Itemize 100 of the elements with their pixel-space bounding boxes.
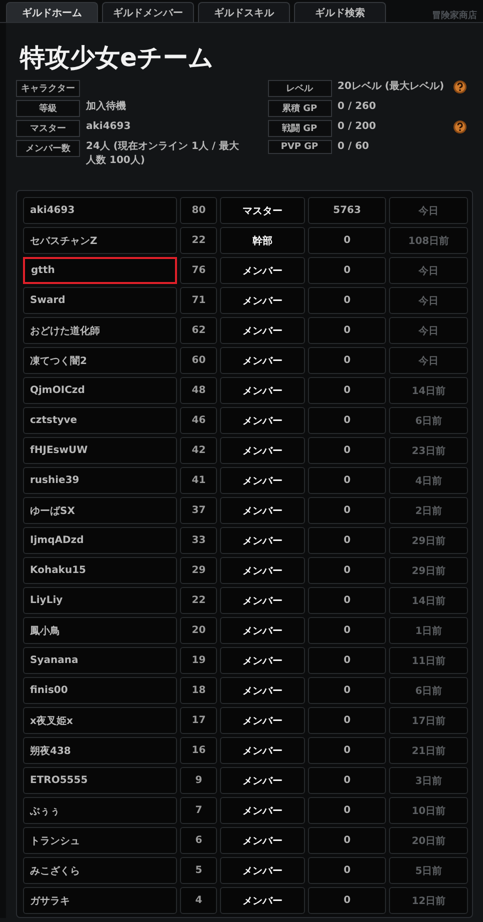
rank-cell: 幹部 [220,227,305,254]
gp-cell: 0 [308,377,386,404]
level-cell: 29 [180,557,218,584]
info-label: キャラクター [16,80,80,97]
member-name-cell[interactable]: みこざくら [23,857,178,884]
member-name-cell[interactable]: ゆーばSX [23,497,178,524]
rank-cell: メンバー [220,347,305,374]
gp-cell: 0 [308,857,386,884]
member-name-cell[interactable]: fHJEswUW [23,437,178,464]
member-name-cell[interactable]: ガサラキ [23,887,178,914]
gp-cell: 0 [308,707,386,734]
rank-cell: メンバー [220,617,305,644]
last-login-cell: 4日前 [389,467,468,494]
member-name-cell[interactable]: rushie39 [23,467,178,494]
level-cell: 20 [180,617,218,644]
member-name-cell[interactable]: aki4693 [23,197,178,224]
info-label: 累積 GP [268,100,332,117]
member-name-cell[interactable]: 凍てつく闇2 [23,347,178,374]
rank-cell: メンバー [220,317,305,344]
member-name-cell[interactable]: IjmqADzd [23,527,178,554]
member-name-cell[interactable]: おどけた道化師 [23,317,178,344]
rank-cell: メンバー [220,407,305,434]
level-cell: 37 [180,497,218,524]
help-icon[interactable] [453,120,467,134]
rank-cell: メンバー [220,767,305,794]
guild-name: 特攻少女eチーム [18,42,215,74]
level-cell: 46 [180,407,218,434]
last-login-cell: 12日前 [389,887,468,914]
member-name-cell[interactable]: Kohaku15 [23,557,178,584]
level-cell: 33 [180,527,218,554]
gp-cell: 0 [308,737,386,764]
last-login-cell: 今日 [389,197,468,224]
tab[interactable]: ギルドホーム [6,2,98,22]
rank-cell: メンバー [220,467,305,494]
info-value: 20レベル (最大レベル) [338,80,444,94]
last-login-cell: 3日前 [389,767,468,794]
last-login-cell: 5日前 [389,857,468,884]
help-icon[interactable] [453,80,467,94]
info-value: aki4693 [86,120,131,134]
rank-cell: メンバー [220,827,305,854]
gp-cell: 0 [308,227,386,254]
last-login-cell: 17日前 [389,707,468,734]
gp-cell: 0 [308,437,386,464]
level-cell: 41 [180,467,218,494]
member-name-cell[interactable]: LiyLiy [23,587,178,614]
last-login-cell: 今日 [389,347,468,374]
member-name-cell[interactable]: ぶぅぅ [23,797,178,824]
member-name-cell[interactable]: x夜叉姫x [23,707,178,734]
rank-cell: メンバー [220,587,305,614]
last-login-cell: 23日前 [389,437,468,464]
member-name-cell[interactable]: gtth [23,257,178,284]
member-name-cell[interactable]: QjmOICzd [23,377,178,404]
level-cell: 4 [180,887,218,914]
gp-cell: 0 [308,587,386,614]
rank-cell: メンバー [220,737,305,764]
level-cell: 76 [180,257,218,284]
level-cell: 60 [180,347,218,374]
tab[interactable]: ギルドスキル [198,2,290,22]
member-name-cell[interactable]: 朔夜438 [23,737,178,764]
rank-cell: メンバー [220,887,305,914]
last-login-cell: 14日前 [389,377,468,404]
level-cell: 7 [180,797,218,824]
level-cell: 62 [180,317,218,344]
rank-cell: マスター [220,197,305,224]
level-cell: 22 [180,227,218,254]
last-login-cell: 108日前 [389,227,468,254]
rank-cell: メンバー [220,377,305,404]
rank-cell: メンバー [220,437,305,464]
member-name-cell[interactable]: Syanana [23,647,178,674]
tab[interactable]: ギルド検索 [294,2,386,22]
info-value: 24人 (現在オンライン 1人 / 最大人数 100人) [86,140,240,168]
level-cell: 5 [180,857,218,884]
member-name-cell[interactable]: セバスチャンZ [23,227,178,254]
gp-cell: 0 [308,467,386,494]
gp-cell: 0 [308,497,386,524]
gp-cell: 0 [308,347,386,374]
member-name-cell[interactable]: 鳳小鳥 [23,617,178,644]
rank-cell: メンバー [220,707,305,734]
gp-cell: 0 [308,797,386,824]
gp-cell: 5763 [308,197,386,224]
member-name-cell[interactable]: ETRO5555 [23,767,178,794]
member-name-cell[interactable]: Sward [23,287,178,314]
rank-cell: メンバー [220,287,305,314]
tab[interactable]: ギルドメンバー [102,2,194,22]
level-cell: 80 [180,197,218,224]
rank-cell: メンバー [220,677,305,704]
last-login-cell: 今日 [389,257,468,284]
member-name-cell[interactable]: トランシュ [23,827,178,854]
gp-cell: 0 [308,287,386,314]
gp-cell: 0 [308,557,386,584]
rank-cell: メンバー [220,647,305,674]
last-login-cell: 6日前 [389,677,468,704]
last-login-cell: 14日前 [389,587,468,614]
gp-cell: 0 [308,677,386,704]
member-name-cell[interactable]: cztstyve [23,407,178,434]
last-login-cell: 29日前 [389,527,468,554]
info-value: 0 / 260 [338,100,376,114]
member-name-cell[interactable]: finis00 [23,677,178,704]
level-cell: 48 [180,377,218,404]
last-login-cell: 今日 [389,287,468,314]
